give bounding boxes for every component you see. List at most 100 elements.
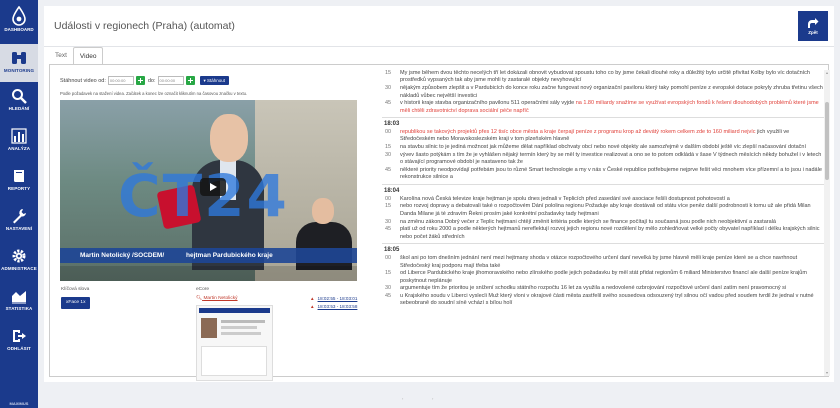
transcript-second-mark[interactable]: 00: [385, 196, 391, 203]
set-from-button[interactable]: [135, 76, 145, 85]
sidebar-item-odhlasit[interactable]: ODHLÁSIT: [0, 328, 38, 351]
footer-mark: ‹: [402, 396, 404, 401]
tab-video[interactable]: Video: [72, 47, 104, 65]
transcript-second-mark[interactable]: 30: [385, 285, 391, 292]
transcript-segment[interactable]: 15 na stavbu silnic to je jediná možnost …: [382, 144, 824, 151]
ecore-time-link[interactable]: ▲ 18:03:53 - 18:03:58: [310, 304, 357, 309]
download-to-input[interactable]: 00:00:00: [157, 76, 184, 85]
person-icon: ▲: [310, 296, 315, 301]
download-from-label: Stáhnout video od:: [60, 77, 106, 84]
download-row: Stáhnout video od: 00:00:00 do: 00:00:00…: [60, 76, 230, 85]
video-caption: Martin Netolický /SOCDEM/ hejtman Pardub…: [60, 248, 357, 263]
scroll-up-icon[interactable]: ▴: [824, 70, 830, 76]
sidebar-item-label: STATISTIKA: [5, 306, 33, 311]
transcript-segment[interactable]: 45 některé priority neodpovídají potřebám…: [382, 167, 824, 182]
transcript-second-mark[interactable]: 15: [385, 70, 391, 77]
sidebar-logo-dashboard[interactable]: DASHBOARD: [0, 6, 38, 32]
play-button-icon[interactable]: [200, 178, 226, 196]
drop-logo-icon: [12, 6, 26, 26]
transcript-panel: 15 My jsme během dvou těchto necelých tří…: [382, 70, 824, 376]
sidebar-item-label: NASTAVENÍ: [5, 226, 33, 231]
transcript-text: škol ani po tom dnešním jednání není mez…: [400, 255, 798, 269]
sidebar-item-administrace[interactable]: ADMINISTRACE: [0, 248, 38, 271]
transcript-second-mark[interactable]: 45: [385, 293, 391, 300]
transcript-second-mark[interactable]: 45: [385, 167, 391, 174]
transcript-text: na stavbu silnic to je jediná možnost ja…: [400, 144, 807, 151]
transcript-text: nebo rozvoj dopravy a debatovali také o …: [400, 203, 811, 217]
sidebar-item-hledani[interactable]: HLEDÁNÍ: [0, 88, 38, 111]
ecore-time-link[interactable]: ▲ 18:02:55 - 18:03:01: [310, 296, 357, 301]
transcript-second-mark[interactable]: 00: [385, 255, 391, 262]
footer-mark: ›: [432, 396, 434, 401]
bar-chart-icon: [11, 128, 27, 144]
sidebar-item-label: HLEDÁNÍ: [8, 106, 30, 111]
transcript-segment[interactable]: 45 u Krajského soudu v Liberci vyslecli M…: [382, 293, 824, 308]
transcript-segment[interactable]: 30 nějakým způsobem zlepšit a v Pardubicí…: [382, 85, 824, 100]
back-button[interactable]: Zpět: [798, 11, 828, 41]
plus-icon: [187, 78, 193, 83]
keyword-badge[interactable]: xFace 1x: [61, 297, 91, 309]
sidebar-item-nastaveni[interactable]: NASTAVENÍ: [0, 208, 38, 231]
page-header: Události v regionech (Praha) (automat) Z…: [44, 6, 834, 46]
transcript-second-mark[interactable]: 15: [385, 203, 391, 210]
video-player[interactable]: ČT24 Martin Netolický /SOCDEM/ hejtman P…: [60, 100, 357, 281]
ecore-profile-thumbnail[interactable]: [196, 305, 273, 381]
transcript-text: Karolína nová Česká televize kraje hejtm…: [400, 195, 730, 202]
video-caption-name: Martin Netolický /SOCDEM/: [80, 252, 165, 259]
download-button-label: Stáhnout: [207, 78, 226, 83]
transcript-second-mark[interactable]: 15: [385, 270, 391, 277]
sidebar-item-label: REPORTY: [7, 186, 31, 191]
transcript-segment[interactable]: 00 škol ani po tom dnešním jednání není m…: [382, 255, 824, 270]
scrollbar-thumb[interactable]: [825, 102, 829, 180]
transcript-segment[interactable]: 00 republikou se takových projektů přes 1…: [382, 129, 824, 144]
transcript-text: na změnu zákona Dobrý večer z Teplic hej…: [400, 218, 776, 225]
keywords-label: Klíčová slova: [61, 287, 90, 292]
transcript-segment[interactable]: 30 na změnu zákona Dobrý večer z Teplic h…: [382, 219, 824, 226]
sidebar-item-label: ANALÝZA: [7, 146, 31, 151]
sidebar-footer-brand: MAXIMUS: [9, 401, 29, 406]
area-chart-icon: [12, 291, 26, 304]
logout-icon: [13, 330, 26, 342]
transcript-second-mark[interactable]: 45: [385, 100, 391, 107]
transcript-text: vývev šasto potýkám s tím že je vyhlášen…: [400, 151, 822, 166]
transcript-timestamp[interactable]: 18:05: [382, 243, 824, 255]
transcript-text: v historii kraje stavba organizačního pa…: [400, 100, 819, 114]
transcript-segment[interactable]: 15 od Liberce Pardubického kraje jihomora…: [382, 270, 824, 285]
transcript-segment[interactable]: 15 My jsme během dvou těchto necelých tří…: [382, 70, 824, 85]
sidebar-item-monitoring[interactable]: MONITORING: [0, 44, 38, 82]
transcript-segment[interactable]: 15 nebo rozvoj dopravy a debatovali také …: [382, 203, 824, 218]
transcript-timestamp[interactable]: 18:03: [382, 117, 824, 129]
transcript-segment[interactable]: 45 platí už od roku 2000 a podle některýc…: [382, 226, 824, 241]
transcript-second-mark[interactable]: 30: [385, 85, 391, 92]
transcript-text: platí už od roku 2000 a podle některých …: [400, 226, 820, 240]
transcript-second-mark[interactable]: 00: [385, 129, 391, 136]
sidebar-item-analyza[interactable]: ANALÝZA: [0, 128, 38, 151]
download-button[interactable]: ▾ Stáhnout: [199, 76, 230, 85]
video-channel-logo: ČT24: [118, 162, 289, 230]
download-from-input[interactable]: 00:00:00: [107, 76, 134, 85]
download-to-label: do:: [147, 77, 156, 84]
transcript-second-mark[interactable]: 45: [385, 226, 391, 233]
sidebar-item-label: ODHLÁSIT: [7, 346, 31, 351]
tab-text[interactable]: Text: [49, 47, 73, 65]
transcript-second-mark[interactable]: 30: [385, 219, 391, 226]
binoculars-icon: [12, 52, 26, 64]
transcript-segment[interactable]: 30 vývev šasto potýkám s tím že je vyhláš…: [382, 152, 824, 167]
transcript-timestamp[interactable]: 18:04: [382, 183, 824, 196]
share-arrow-icon: [808, 18, 819, 28]
set-to-button[interactable]: [185, 76, 195, 85]
ecore-time-value: 18:02:55 - 18:03:01: [317, 296, 358, 301]
transcript-segment[interactable]: 45 v historii kraje stavba organizačního …: [382, 100, 824, 115]
transcript-segment[interactable]: 00 Karolína nová Česká televize kraje hej…: [382, 196, 824, 203]
transcript-second-mark[interactable]: 15: [385, 144, 391, 151]
sidebar-item-reporty[interactable]: REPORTY: [0, 168, 38, 191]
book-icon: [13, 170, 24, 182]
sidebar-logo-label: DASHBOARD: [4, 27, 34, 32]
gear-icon: [12, 249, 26, 263]
transcript-segment[interactable]: 30 argumentuje tím že prioritou je snížen…: [382, 285, 824, 292]
ecore-person-link[interactable]: 🔍︎ Martin Netolický: [196, 296, 238, 301]
sidebar-item-statistika[interactable]: STATISTIKA: [0, 288, 38, 311]
transcript-second-mark[interactable]: 30: [385, 152, 391, 159]
scroll-down-icon[interactable]: ▾: [824, 370, 830, 376]
transcript-scrollbar[interactable]: ▴ ▾: [824, 70, 830, 376]
